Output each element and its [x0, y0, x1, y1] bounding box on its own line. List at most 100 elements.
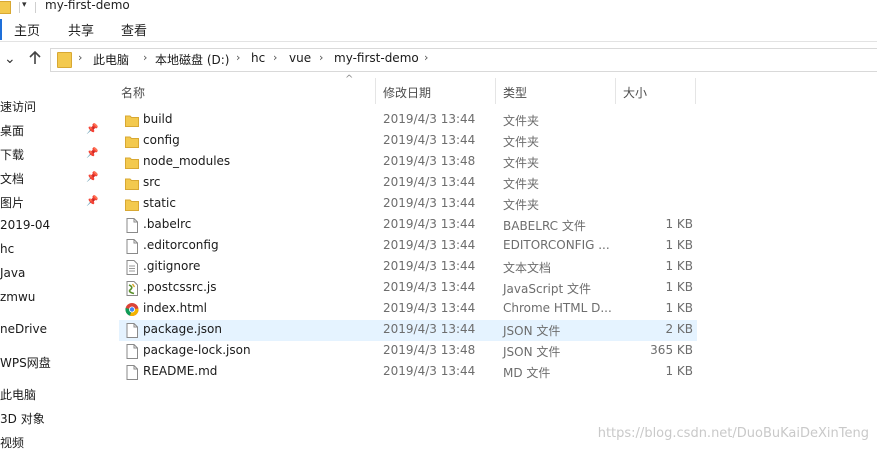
navigation-pane: 速访问 桌面 📌 下载 📌 文档 📌 图片 📌 2019-04 hc Java …: [0, 78, 105, 451]
tab-share[interactable]: 共享: [68, 20, 94, 39]
chevron-right-icon[interactable]: ›: [236, 51, 240, 64]
file-date: 2019/4/3 13:44: [383, 280, 476, 294]
file-date: 2019/4/3 13:44: [383, 112, 476, 126]
breadcrumb-drive-d[interactable]: 本地磁盘 (D:): [155, 51, 229, 68]
column-divider[interactable]: [695, 78, 696, 104]
folder-icon: [57, 52, 72, 68]
file-size: 1 KB: [665, 259, 693, 273]
file-date: 2019/4/3 13:44: [383, 133, 476, 147]
file-type: 文件夹: [503, 114, 540, 128]
chevron-right-icon[interactable]: ›: [143, 51, 147, 64]
file-name: static: [143, 196, 176, 210]
column-header-date[interactable]: 修改日期: [383, 84, 431, 101]
chevron-right-icon[interactable]: ›: [319, 51, 323, 64]
file-name: package-lock.json: [143, 343, 251, 357]
address-bar[interactable]: › 此电脑 › 本地磁盘 (D:) › hc › vue › my-first-…: [50, 48, 877, 72]
ribbon-tabs: 主页 共享 查看: [0, 16, 877, 41]
column-divider[interactable]: [615, 78, 616, 104]
quick-access-toolbar-dropdown-icon[interactable]: ▾: [22, 0, 27, 10]
file-name: .gitignore: [143, 259, 201, 273]
file-name: .postcssrc.js: [143, 280, 217, 294]
file-type: EDITORCONFIG ...: [503, 238, 610, 252]
chrome-icon: [125, 302, 139, 317]
file-name: .editorconfig: [143, 238, 219, 252]
nav-item-this-pc[interactable]: 此电脑: [0, 386, 36, 403]
file-size: 1 KB: [665, 217, 693, 231]
nav-item-java[interactable]: Java: [0, 266, 25, 280]
divider: [35, 2, 36, 13]
file-row[interactable]: .postcssrc.js 2019/4/3 13:44 JavaScript 文件…: [119, 278, 697, 299]
file-row[interactable]: package-lock.json 2019/4/3 13:48 JSON 文件 36…: [119, 341, 697, 362]
blank-file-icon: [125, 239, 139, 254]
file-row[interactable]: .editorconfig 2019/4/3 13:44 EDITORCONFIG …: [119, 236, 697, 257]
folder-icon: [125, 197, 139, 212]
file-name: config: [143, 133, 180, 147]
column-header-type[interactable]: 类型: [503, 84, 527, 101]
file-date: 2019/4/3 13:44: [383, 322, 476, 336]
folder-icon: [125, 155, 139, 170]
nav-item-hc[interactable]: hc: [0, 242, 14, 256]
blank-file-icon: [125, 323, 139, 338]
tab-home[interactable]: 主页: [14, 20, 40, 39]
column-divider[interactable]: [375, 78, 376, 104]
nav-item-downloads[interactable]: 下载: [0, 146, 24, 163]
file-date: 2019/4/3 13:44: [383, 364, 476, 378]
column-divider[interactable]: [495, 78, 496, 104]
file-row[interactable]: package.json 2019/4/3 13:44 JSON 文件 2 KB: [119, 320, 697, 341]
file-row[interactable]: .babelrc 2019/4/3 13:44 BABELRC 文件 1 KB: [119, 215, 697, 236]
breadcrumb-this-pc[interactable]: 此电脑: [93, 51, 129, 68]
folder-icon: [0, 1, 11, 14]
file-row[interactable]: node_modules 2019/4/3 13:48 文件夹: [119, 152, 697, 173]
file-row[interactable]: .gitignore 2019/4/3 13:44 文本文档 1 KB: [119, 257, 697, 278]
nav-item-3d-objects[interactable]: 3D 对象: [0, 410, 45, 427]
chevron-down-icon[interactable]: ⌄: [4, 50, 16, 68]
column-header-name[interactable]: 名称: [121, 84, 145, 101]
up-arrow-icon[interactable]: [28, 50, 42, 71]
file-tab-accent: [0, 19, 2, 40]
breadcrumb-vue[interactable]: vue: [289, 51, 311, 65]
breadcrumb-hc[interactable]: hc: [251, 51, 265, 65]
file-type: JSON 文件: [503, 324, 561, 338]
file-row[interactable]: README.md 2019/4/3 13:44 MD 文件 1 KB: [119, 362, 697, 383]
text-file-icon: [125, 260, 139, 275]
file-name: index.html: [143, 301, 207, 315]
nav-item-onedrive[interactable]: neDrive: [0, 322, 47, 336]
file-date: 2019/4/3 13:44: [383, 175, 476, 189]
file-name: package.json: [143, 322, 223, 336]
nav-item-documents[interactable]: 文档: [0, 170, 24, 187]
breadcrumb-my-first-demo[interactable]: my-first-demo: [334, 51, 419, 65]
chevron-right-icon[interactable]: ›: [273, 51, 277, 64]
nav-item-wps-cloud[interactable]: WPS网盘: [0, 354, 51, 371]
tab-view[interactable]: 查看: [121, 20, 147, 39]
nav-item-desktop[interactable]: 桌面: [0, 122, 24, 139]
file-row[interactable]: src 2019/4/3 13:44 文件夹: [119, 173, 697, 194]
chevron-right-icon[interactable]: ›: [424, 51, 428, 64]
file-type: 文本文档: [503, 261, 552, 275]
nav-item-2019-04[interactable]: 2019-04: [0, 218, 50, 232]
file-row[interactable]: static 2019/4/3 13:44 文件夹: [119, 194, 697, 215]
file-name: src: [143, 175, 161, 189]
chevron-right-icon[interactable]: ›: [78, 51, 82, 64]
script-file-icon: [125, 281, 139, 296]
nav-item-videos[interactable]: 视频: [0, 434, 24, 451]
file-type: Chrome HTML D...: [503, 301, 612, 315]
blank-file-icon: [125, 344, 139, 359]
nav-item-zmwu[interactable]: zmwu: [0, 290, 35, 304]
watermark: https://blog.csdn.net/DuoBuKaiDeXinTeng: [597, 426, 869, 441]
file-size: 1 KB: [665, 280, 693, 294]
file-row[interactable]: index.html 2019/4/3 13:44 Chrome HTML D...…: [119, 299, 697, 320]
column-header-size[interactable]: 大小: [623, 84, 647, 101]
file-date: 2019/4/3 13:44: [383, 238, 476, 252]
file-row[interactable]: config 2019/4/3 13:44 文件夹: [119, 131, 697, 152]
file-type: JavaScript 文件: [503, 282, 591, 296]
folder-icon: [125, 113, 139, 128]
nav-item-quick-access[interactable]: 速访问: [0, 98, 36, 115]
nav-item-pictures[interactable]: 图片: [0, 194, 24, 211]
file-name: .babelrc: [143, 217, 192, 231]
file-row[interactable]: build 2019/4/3 13:44 文件夹: [119, 110, 697, 131]
file-name: README.md: [143, 364, 218, 378]
file-size: 1 KB: [665, 364, 693, 378]
file-date: 2019/4/3 13:44: [383, 259, 476, 273]
file-type: 文件夹: [503, 177, 540, 191]
file-type: 文件夹: [503, 198, 540, 212]
